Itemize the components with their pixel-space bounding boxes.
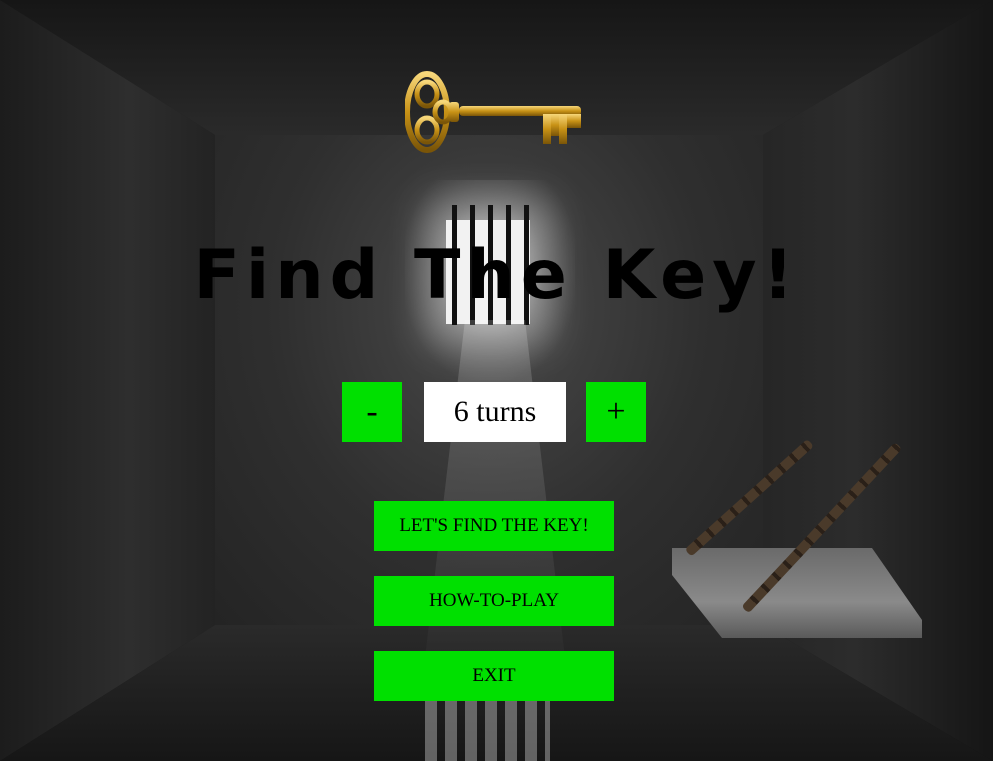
- start-game-button[interactable]: LET'S FIND THE KEY!: [374, 501, 614, 551]
- key-icon: [405, 71, 581, 153]
- game-background: Find The Key! - 6 turns + LET'S FIND THE…: [0, 0, 993, 761]
- decrease-turns-button[interactable]: -: [342, 382, 402, 442]
- turns-display: 6 turns: [424, 382, 566, 442]
- exit-button[interactable]: EXIT: [374, 651, 614, 701]
- how-to-play-button[interactable]: HOW-TO-PLAY: [374, 576, 614, 626]
- game-title: Find The Key!: [193, 236, 800, 315]
- floor-light-pattern: [425, 700, 550, 761]
- increase-turns-button[interactable]: +: [586, 382, 646, 442]
